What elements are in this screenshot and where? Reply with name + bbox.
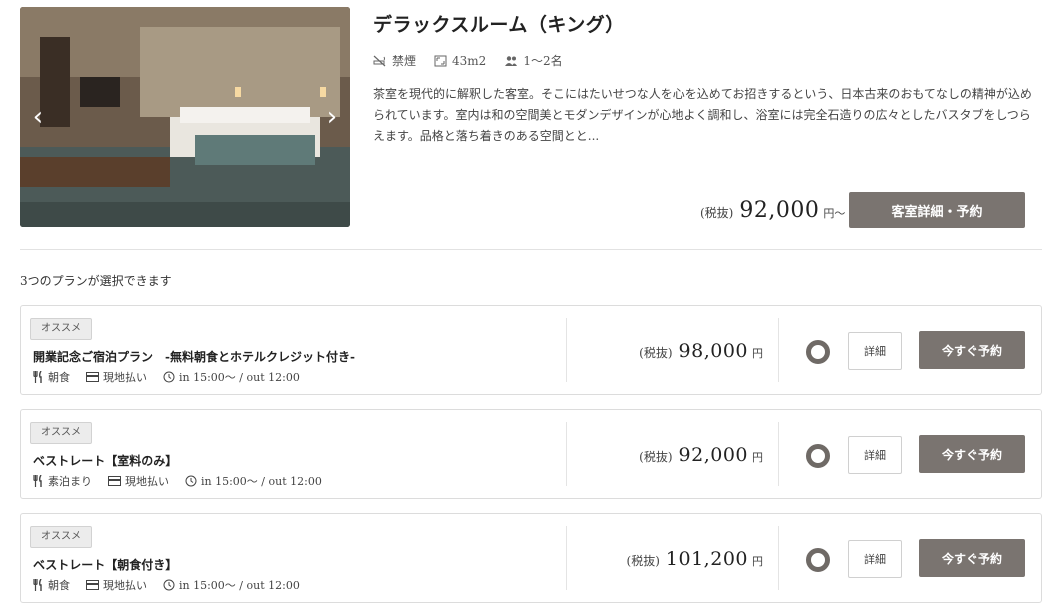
room-description: 茶室を現代的に解釈した客室。そこにはたいせつな人を心を込めてお招きするという、日… — [373, 87, 1032, 143]
smoking-info: 禁煙 — [373, 52, 416, 69]
room-meta: 禁煙 43m2 1〜2名 — [373, 52, 581, 69]
column-divider — [566, 318, 567, 382]
clock-icon — [185, 475, 197, 487]
plan-detail-button[interactable]: 詳細 — [848, 436, 902, 474]
column-divider — [778, 526, 779, 590]
meal-label: 朝食 — [48, 371, 70, 384]
room-detail-reserve-button[interactable]: 客室詳細・予約 — [849, 192, 1025, 228]
clock-icon — [163, 579, 175, 591]
plan-meta: 朝食 現地払い in 15:00〜 / out 12:00 — [33, 369, 316, 385]
plan-select-radio[interactable] — [806, 548, 830, 572]
fork-knife-icon — [33, 475, 42, 487]
column-divider — [566, 526, 567, 590]
price-suffix: 円〜 — [823, 207, 846, 220]
card-icon — [86, 372, 99, 382]
size-label: 43m2 — [452, 53, 487, 68]
yen-label: 円 — [752, 347, 763, 360]
plan-select-radio[interactable] — [806, 340, 830, 364]
plan-name[interactable]: 開業記念ご宿泊プラン -無料朝食とホテルクレジット付き- — [33, 348, 355, 365]
capacity-label: 1〜2名 — [523, 54, 563, 68]
plan-select-radio[interactable] — [806, 444, 830, 468]
recommend-badge: オススメ — [30, 422, 92, 444]
payment-label: 現地払い — [103, 371, 147, 384]
payment-info: 現地払い — [86, 369, 147, 385]
checkin-time: in 15:00〜 / out 12:00 — [179, 579, 300, 592]
plan-meta: 素泊まり 現地払い in 15:00〜 / out 12:00 — [33, 473, 338, 489]
book-now-button[interactable]: 今すぐ予約 — [919, 539, 1025, 577]
room-photo: ‹ › — [20, 7, 350, 227]
plan-price: (税抜) 101,200 円 — [627, 548, 763, 570]
plan-price: (税抜) 98,000 円 — [639, 340, 763, 362]
checkin-time: in 15:00〜 / out 12:00 — [179, 371, 300, 384]
price-value: 92,000 — [739, 198, 820, 223]
tax-label: (税抜) — [639, 346, 673, 360]
payment-info: 現地払い — [86, 577, 147, 593]
room-title: デラックスルーム（キング） — [373, 14, 625, 36]
room-photo-illustration — [20, 7, 350, 227]
fork-knife-icon — [33, 579, 42, 591]
people-icon — [505, 55, 518, 66]
meal-info: 素泊まり — [33, 473, 92, 489]
price-value: 92,000 — [678, 444, 748, 466]
capacity-info: 1〜2名 — [504, 52, 563, 69]
plan-detail-button[interactable]: 詳細 — [848, 332, 902, 370]
size-info: 43m2 — [434, 54, 486, 68]
room-size-icon — [434, 55, 447, 66]
column-divider — [778, 318, 779, 382]
card-icon — [108, 476, 121, 486]
chevron-left-icon[interactable]: ‹ — [26, 102, 50, 132]
yen-label: 円 — [752, 555, 763, 568]
plan-price: (税抜) 92,000 円 — [639, 444, 763, 466]
meal-info: 朝食 — [33, 369, 70, 385]
plan-card: オススメ ベストレート【室料のみ】 素泊まり 現地払い in 15:00〜 / … — [20, 409, 1042, 499]
checkin-time: in 15:00〜 / out 12:00 — [201, 475, 322, 488]
chevron-right-icon[interactable]: › — [320, 102, 344, 132]
divider — [20, 249, 1042, 250]
clock-icon — [163, 371, 175, 383]
column-divider — [778, 422, 779, 486]
plans-count: 3つのプランが選択できます — [20, 274, 172, 288]
meal-info: 朝食 — [33, 577, 70, 593]
column-divider — [566, 422, 567, 486]
price-value: 101,200 — [665, 548, 748, 570]
no-smoking-icon — [373, 55, 386, 66]
plan-card: オススメ ベストレート【朝食付き】 朝食 現地払い in 15:00〜 / ou… — [20, 513, 1042, 603]
book-now-button[interactable]: 今すぐ予約 — [919, 435, 1025, 473]
meal-label: 素泊まり — [48, 475, 92, 488]
price-value: 98,000 — [678, 340, 748, 362]
plan-card: オススメ 開業記念ご宿泊プラン -無料朝食とホテルクレジット付き- 朝食 現地払… — [20, 305, 1042, 395]
recommend-badge: オススメ — [30, 318, 92, 340]
checkin-info: in 15:00〜 / out 12:00 — [163, 369, 300, 385]
payment-info: 現地払い — [108, 473, 169, 489]
checkin-info: in 15:00〜 / out 12:00 — [163, 577, 300, 593]
payment-label: 現地払い — [103, 579, 147, 592]
plan-name[interactable]: ベストレート【室料のみ】 — [33, 452, 177, 469]
book-now-button[interactable]: 今すぐ予約 — [919, 331, 1025, 369]
tax-label: (税抜) — [639, 450, 673, 464]
plan-detail-button[interactable]: 詳細 — [848, 540, 902, 578]
plan-meta: 朝食 現地払い in 15:00〜 / out 12:00 — [33, 577, 316, 593]
tax-label: (税抜) — [700, 206, 734, 220]
fork-knife-icon — [33, 371, 42, 383]
payment-label: 現地払い — [125, 475, 169, 488]
card-icon — [86, 580, 99, 590]
tax-label: (税抜) — [626, 554, 660, 568]
plan-name[interactable]: ベストレート【朝食付き】 — [33, 556, 177, 573]
checkin-info: in 15:00〜 / out 12:00 — [185, 473, 322, 489]
recommend-badge: オススメ — [30, 526, 92, 548]
meal-label: 朝食 — [48, 579, 70, 592]
smoking-label: 禁煙 — [392, 54, 417, 68]
yen-label: 円 — [752, 451, 763, 464]
room-price: (税抜) 92,000 円〜 — [700, 198, 845, 223]
